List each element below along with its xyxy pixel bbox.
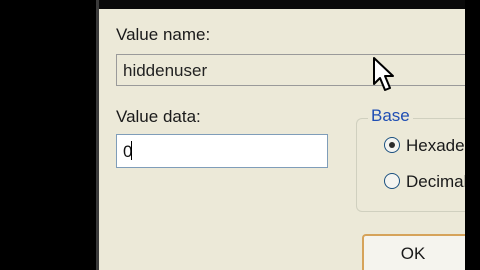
value-data-input[interactable]: 0 (116, 134, 328, 168)
value-name-text: hiddenuser (123, 61, 208, 80)
dialog-title-bar-edge (96, 0, 465, 9)
radio-unselected-icon[interactable] (384, 173, 400, 189)
value-name-field[interactable]: hiddenuser (116, 54, 465, 86)
radio-hexadecimal[interactable]: Hexadec (384, 136, 465, 160)
value-data-label: Value data: (116, 107, 201, 126)
radio-hexadecimal-label: Hexadec (406, 136, 465, 155)
value-name-label: Value name: (116, 25, 211, 44)
mouse-pointer-icon (373, 57, 394, 91)
background-right-bar (465, 0, 480, 270)
dialog-left-border (96, 0, 99, 270)
base-group-legend: Base (368, 106, 413, 126)
radio-dot (389, 142, 395, 148)
radio-selected-icon[interactable] (384, 137, 400, 153)
base-group-box (356, 118, 465, 212)
edit-string-dialog: Value name: hiddenuser Value data: 0 Bas… (96, 0, 465, 270)
radio-decimal[interactable]: Decimal (384, 172, 465, 196)
text-caret (131, 141, 133, 160)
radio-decimal-label: Decimal (406, 172, 465, 191)
ok-button[interactable]: OK (362, 234, 465, 270)
background-left-bar (0, 0, 96, 270)
